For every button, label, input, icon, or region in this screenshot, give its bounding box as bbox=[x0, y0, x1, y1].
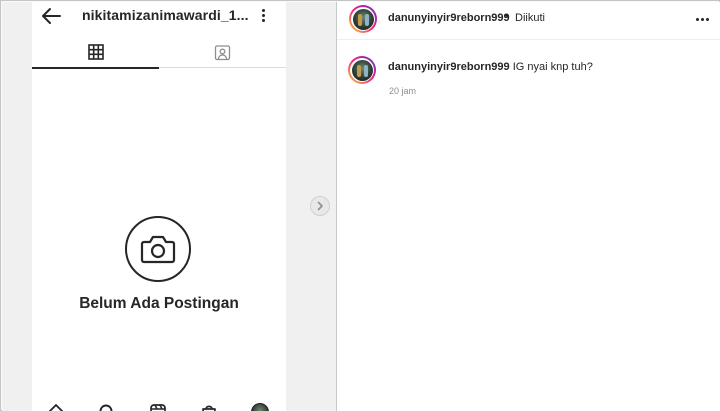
comment-timestamp[interactable]: 20 jam bbox=[389, 86, 416, 96]
post-more-options-icon[interactable] bbox=[693, 11, 711, 27]
commenter-username[interactable]: danunyinyir9reborn999 bbox=[388, 61, 510, 73]
commenter-avatar[interactable] bbox=[348, 56, 376, 84]
back-arrow-icon[interactable] bbox=[40, 6, 62, 26]
profile-header: nikitamizanimawardi_1... bbox=[32, 2, 286, 30]
tagged-user-icon bbox=[214, 44, 231, 60]
comment-item: danunyinyir9reborn999 IG nyai knp tuh? 2… bbox=[337, 52, 720, 112]
author-username[interactable]: danunyinyir9reborn999 bbox=[388, 12, 510, 24]
comment-text: IG nyai knp tuh? bbox=[509, 61, 593, 73]
phone-profile-screen: nikitamizanimawardi_1... Belum Ada Posti… bbox=[32, 2, 286, 411]
empty-state-message: Belum Ada Postingan bbox=[79, 295, 239, 312]
profile-tab-bar bbox=[32, 36, 286, 69]
next-media-button[interactable] bbox=[310, 196, 330, 216]
post-header: danunyinyir9reborn999 • Diikuti bbox=[337, 2, 720, 40]
chevron-right-icon bbox=[317, 201, 323, 211]
home-icon[interactable] bbox=[47, 403, 65, 411]
follow-status-button[interactable]: Diikuti bbox=[515, 12, 545, 24]
tab-posts-grid[interactable] bbox=[32, 36, 159, 69]
media-pane: nikitamizanimawardi_1... Belum Ada Posti… bbox=[2, 2, 336, 411]
camera-icon bbox=[125, 216, 191, 282]
tab-tagged[interactable] bbox=[159, 36, 286, 68]
reels-icon[interactable] bbox=[149, 403, 167, 411]
grid-icon bbox=[87, 43, 104, 60]
search-icon[interactable] bbox=[98, 403, 116, 411]
screenshot-frame: nikitamizanimawardi_1... Belum Ada Posti… bbox=[0, 0, 720, 411]
comments-pane: danunyinyir9reborn999 • Diikuti danunyin… bbox=[337, 2, 720, 411]
profile-username: nikitamizanimawardi_1... bbox=[82, 7, 249, 23]
author-avatar[interactable] bbox=[349, 5, 377, 33]
more-options-icon[interactable] bbox=[254, 6, 272, 24]
comment-body: danunyinyir9reborn999 IG nyai knp tuh? bbox=[388, 61, 593, 73]
bottom-navigation bbox=[32, 398, 286, 411]
header-separator: • bbox=[505, 10, 509, 22]
profile-avatar[interactable] bbox=[251, 403, 269, 411]
shop-icon[interactable] bbox=[200, 403, 218, 411]
